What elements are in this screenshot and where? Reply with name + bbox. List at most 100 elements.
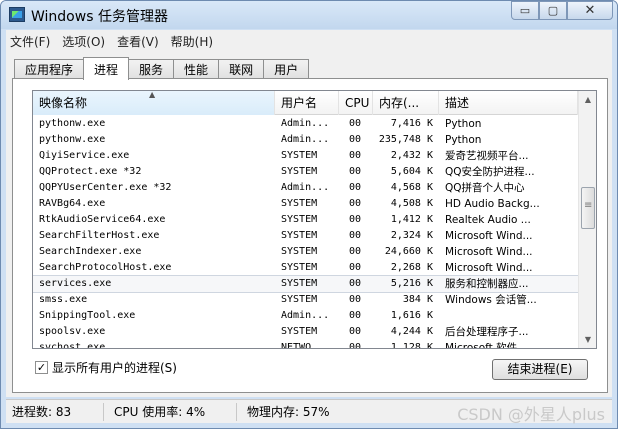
table-row[interactable]: SearchProtocolHost.exe SYSTEM 00 2,268 K Mic… — [33, 260, 578, 276]
menu-bar: 文件(F) 选项(O) 查看(V) 帮助(H) — [6, 30, 612, 52]
cell-image: QQProtect.exe *32 — [39, 166, 142, 177]
cell-description: 服务和控制器应... — [445, 278, 529, 290]
menu-options[interactable]: 选项(O) — [62, 33, 105, 50]
cell-description: QQ拼音个人中心 — [445, 182, 525, 194]
table-row[interactable]: SearchIndexer.exe SYSTEM 00 24,660 K Microso… — [33, 244, 578, 260]
table-row[interactable]: services.exe SYSTEM 00 5,216 K 服务和控制器应... — [33, 275, 579, 293]
cell-description: Windows 会话管... — [445, 294, 537, 306]
tab-networking[interactable]: 联网 — [218, 59, 265, 79]
table-row[interactable]: pythonw.exe Admin... 00 235,748 K Python — [33, 132, 578, 148]
cell-memory: 1,616 K — [390, 310, 433, 321]
vertical-scrollbar[interactable]: ▲ ▼ — [578, 91, 596, 348]
cell-description: Microsoft Wind... — [445, 246, 533, 258]
table-row[interactable]: SearchFilterHost.exe SYSTEM 00 2,324 K Micro… — [33, 228, 578, 244]
cell-cpu: 00 — [348, 278, 361, 289]
cell-image: QiyiService.exe — [39, 150, 130, 161]
close-button[interactable]: ✕ — [567, 1, 613, 20]
cell-description: Python — [445, 118, 482, 130]
client-area: 应用程序 进程 服务 性能 联网 用户 ▲ 映像名称 用户名 CPU 内存(..… — [6, 52, 612, 397]
scroll-up-icon[interactable]: ▲ — [579, 91, 596, 108]
table-row[interactable]: pythonw.exe Admin... 00 7,416 K Python — [33, 116, 578, 132]
table-row[interactable]: RAVBg64.exe SYSTEM 00 4,508 K HD Audio Backg… — [33, 196, 578, 212]
table-row[interactable]: QQPYUserCenter.exe *32 Admin... 00 4,568 K Q… — [33, 180, 578, 196]
tab-performance[interactable]: 性能 — [173, 59, 220, 79]
column-memory[interactable]: 内存(... — [373, 91, 439, 115]
cell-memory: 7,416 K — [390, 118, 433, 129]
menu-help[interactable]: 帮助(H) — [171, 33, 213, 50]
column-description[interactable]: 描述 — [439, 91, 578, 115]
cell-memory: 2,324 K — [390, 230, 433, 241]
column-image-name[interactable]: ▲ 映像名称 — [33, 91, 275, 115]
maximize-button[interactable]: ▢ — [539, 1, 567, 20]
scroll-down-icon[interactable]: ▼ — [579, 331, 596, 348]
cell-memory: 2,432 K — [390, 150, 433, 161]
cell-user: Admin... — [281, 134, 330, 145]
table-row[interactable]: spoolsv.exe SYSTEM 00 4,244 K 后台处理程序子... — [33, 324, 578, 340]
cell-memory: 24,660 K — [384, 246, 433, 257]
cell-memory: 5,216 K — [390, 278, 433, 289]
table-row[interactable]: smss.exe SYSTEM 00 384 K Windows 会话管... — [33, 292, 578, 308]
cell-description: 爱奇艺视频平台... — [445, 150, 529, 162]
table-row[interactable]: QiyiService.exe SYSTEM 00 2,432 K 爱奇艺视频平台... — [33, 148, 578, 164]
show-all-users-option[interactable]: ✓ 显示所有用户的进程(S) — [35, 359, 177, 376]
table-row[interactable]: svchost.exe NETWO... 00 1,128 K Microsoft 软件… — [33, 340, 578, 349]
cell-cpu: 00 — [348, 198, 361, 209]
table-row[interactable]: QQProtect.exe *32 SYSTEM 00 5,604 K QQ安全防护进程… — [33, 164, 578, 180]
column-cpu[interactable]: CPU — [339, 91, 373, 115]
menu-file[interactable]: 文件(F) — [10, 33, 50, 50]
status-process-count: 进程数: 83 — [6, 402, 104, 421]
cell-cpu: 00 — [348, 342, 361, 349]
cell-description: HD Audio Backg... — [445, 198, 540, 210]
tab-applications[interactable]: 应用程序 — [14, 59, 85, 79]
window-title: Windows 任务管理器 — [31, 9, 168, 25]
tab-processes[interactable]: 进程 — [83, 57, 130, 80]
title-bar[interactable]: Windows 任务管理器 ▭ ▢ ✕ — [1, 1, 617, 29]
tab-services[interactable]: 服务 — [128, 59, 175, 79]
table-row[interactable]: RtkAudioService64.exe SYSTEM 00 1,412 K Real… — [33, 212, 578, 228]
show-all-users-label: 显示所有用户的进程(S) — [52, 361, 177, 375]
cell-user: SYSTEM — [281, 230, 318, 241]
menu-view[interactable]: 查看(V) — [117, 33, 159, 50]
process-rows: pythonw.exe Admin... 00 7,416 K Python python… — [33, 116, 579, 349]
cell-user: SYSTEM — [281, 214, 318, 225]
watermark: CSDN @外星人plus — [457, 405, 605, 424]
cell-memory: 5,604 K — [390, 166, 433, 177]
cell-image: SearchProtocolHost.exe — [39, 262, 172, 273]
cell-description: Realtek Audio ... — [445, 214, 531, 226]
cell-memory: 4,568 K — [390, 182, 433, 193]
cell-image: RAVBg64.exe — [39, 198, 106, 209]
process-list[interactable]: ▲ 映像名称 用户名 CPU 内存(... 描述 pythonw.exe Admi… — [32, 90, 597, 349]
cell-cpu: 00 — [348, 150, 361, 161]
cell-cpu: 00 — [348, 262, 361, 273]
tab-users[interactable]: 用户 — [263, 59, 310, 79]
cell-user: SYSTEM — [281, 198, 318, 209]
cell-memory: 384 K — [402, 294, 433, 305]
cell-image: RtkAudioService64.exe — [39, 214, 166, 225]
cell-image: smss.exe — [39, 294, 88, 305]
cell-memory: 4,244 K — [390, 326, 433, 337]
end-process-button[interactable]: 结束进程(E) — [492, 359, 588, 380]
sort-ascending-icon: ▲ — [149, 90, 156, 99]
cell-image: pythonw.exe — [39, 118, 106, 129]
cell-image: SearchFilterHost.exe — [39, 230, 160, 241]
cell-memory: 1,128 K — [390, 342, 433, 349]
cell-user: Admin... — [281, 182, 330, 193]
minimize-button[interactable]: ▭ — [511, 1, 539, 20]
cell-description — [439, 308, 578, 324]
cell-description: Microsoft Wind... — [445, 262, 533, 274]
cell-user: SYSTEM — [281, 278, 318, 289]
scrollbar-thumb[interactable] — [581, 187, 595, 229]
cell-user: Admin... — [281, 310, 330, 321]
cell-description: Microsoft Wind... — [445, 230, 533, 242]
column-user-name[interactable]: 用户名 — [275, 91, 339, 115]
cell-image: svchost.exe — [39, 342, 106, 349]
cell-user: SYSTEM — [281, 246, 318, 257]
show-all-users-checkbox[interactable]: ✓ — [35, 361, 48, 374]
cell-user: SYSTEM — [281, 326, 318, 337]
cell-description: 后台处理程序子... — [445, 326, 529, 338]
cell-memory: 4,508 K — [390, 198, 433, 209]
cell-user: SYSTEM — [281, 262, 318, 273]
cell-cpu: 00 — [348, 134, 361, 145]
cell-cpu: 00 — [348, 326, 361, 337]
table-row[interactable]: SnippingTool.exe Admin... 00 1,616 K — [33, 308, 578, 324]
